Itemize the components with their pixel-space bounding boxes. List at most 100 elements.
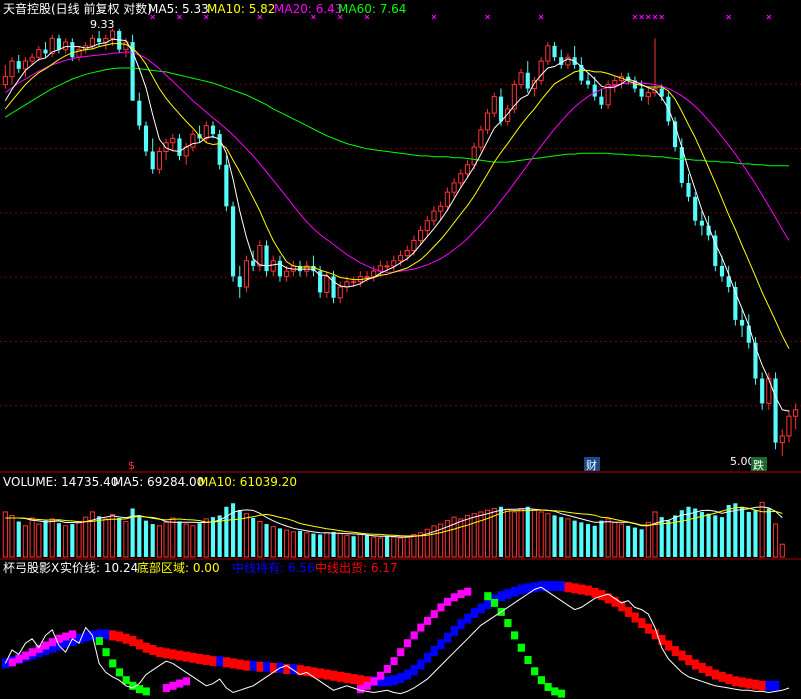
candle-body-up <box>364 275 370 278</box>
candle-body-up <box>170 137 176 144</box>
rise-block <box>176 679 184 688</box>
volume-bar-up <box>458 518 464 558</box>
volume-bar-down <box>706 513 711 557</box>
exit-block <box>698 662 706 673</box>
rise-block <box>390 657 398 666</box>
candle-body-down <box>739 319 745 326</box>
hold-block <box>249 660 258 671</box>
s-marker: $ <box>128 459 135 472</box>
exit-block <box>356 675 365 686</box>
candle-body-down <box>498 96 504 122</box>
exit-block <box>269 662 278 673</box>
exit-block <box>665 640 673 651</box>
volume-ma5-label: MA5: 69284.00 <box>113 475 204 489</box>
fall-block <box>109 659 117 668</box>
volume-bar-up <box>357 533 363 558</box>
volume-bar-down <box>739 506 745 557</box>
candle-body-down <box>277 260 283 277</box>
fall-block <box>115 668 124 677</box>
volume-bar-down <box>552 515 557 557</box>
volume-bar-down <box>666 520 671 557</box>
fall-block <box>511 631 519 640</box>
volume-bar-down <box>525 506 530 557</box>
volume-bar-up <box>163 521 169 558</box>
hold-block <box>423 652 432 663</box>
candle-body-up <box>22 60 29 70</box>
hold-block <box>397 672 405 683</box>
fall-block <box>531 667 539 676</box>
volume-bar-up <box>505 508 511 558</box>
hold-block <box>383 676 391 687</box>
hold-block <box>410 665 418 676</box>
volume-bar-up <box>612 521 618 558</box>
exit-block <box>350 674 358 685</box>
volume-bar-up <box>123 520 129 558</box>
volume-bar-down <box>766 508 771 557</box>
fall-block <box>524 656 532 665</box>
fall-block <box>122 676 130 685</box>
volume-bar-up <box>645 521 651 558</box>
volume-bar-down <box>137 515 142 557</box>
rise-block <box>423 616 432 625</box>
rise-block <box>162 684 170 693</box>
volume-bar-up <box>63 525 69 558</box>
candle-body-up <box>411 239 417 252</box>
volume-bar-up <box>324 532 330 558</box>
volume-bar-up <box>431 525 437 558</box>
exit-block <box>564 582 572 593</box>
candle-body-down <box>143 125 149 152</box>
exit-block <box>732 676 740 687</box>
candle-body-up <box>418 230 424 241</box>
shijia-label: 实价线: 10.24 <box>60 560 138 575</box>
candle-body-down <box>585 80 591 85</box>
hold-block <box>470 608 479 618</box>
volume-bar-down <box>713 515 718 557</box>
rise-block <box>22 651 30 660</box>
candle-body-up <box>404 250 410 257</box>
volume-bar-down <box>753 510 758 557</box>
hold-block <box>102 629 110 640</box>
candle-body-down <box>251 260 256 266</box>
volume-bar-up <box>411 533 417 558</box>
candle-body-up <box>545 45 551 62</box>
low-price-label: 5.00 <box>730 455 755 468</box>
exit-block <box>678 650 686 661</box>
candle-body-up <box>371 270 377 277</box>
fall-block <box>95 637 103 645</box>
candle-body-up <box>270 260 276 272</box>
background <box>0 0 801 699</box>
exit-block <box>685 655 693 666</box>
rise-block <box>450 593 458 602</box>
volume-bar-down <box>16 521 21 557</box>
volume-bar-down <box>592 525 597 557</box>
dibu-label: 底部区域: 0.00 <box>137 560 220 575</box>
ma10-label: MA10: 5.82 <box>207 2 275 16</box>
exit-block <box>196 653 204 664</box>
hold-block <box>464 613 472 624</box>
die-tag: 跌 <box>753 458 764 472</box>
candle-body-up <box>779 435 785 444</box>
candle-body-up <box>391 260 397 267</box>
exit-block <box>752 679 760 690</box>
volume-bar-up <box>36 523 42 558</box>
exit-block <box>122 633 130 644</box>
volume-bar-down <box>385 536 390 557</box>
hold-block <box>417 659 425 670</box>
candle-body-up <box>190 133 196 148</box>
volume-bar-down <box>364 535 370 557</box>
volume-bar-down <box>746 511 751 557</box>
volume-bar-up <box>29 517 35 558</box>
volume-bar-down <box>331 531 336 557</box>
exit-block <box>725 674 733 685</box>
candle-body-up <box>424 220 430 232</box>
volume-bar-down <box>626 525 631 557</box>
candle-body-up <box>156 150 162 170</box>
volume-bar-down <box>237 510 242 557</box>
volume-bar-up <box>618 523 625 558</box>
candle-body-down <box>760 378 765 404</box>
volume-bar-up <box>371 536 377 558</box>
volume-bar-down <box>197 523 202 557</box>
exit-block <box>202 655 211 666</box>
exit-block <box>651 629 659 640</box>
volume-bar-up <box>190 525 196 558</box>
